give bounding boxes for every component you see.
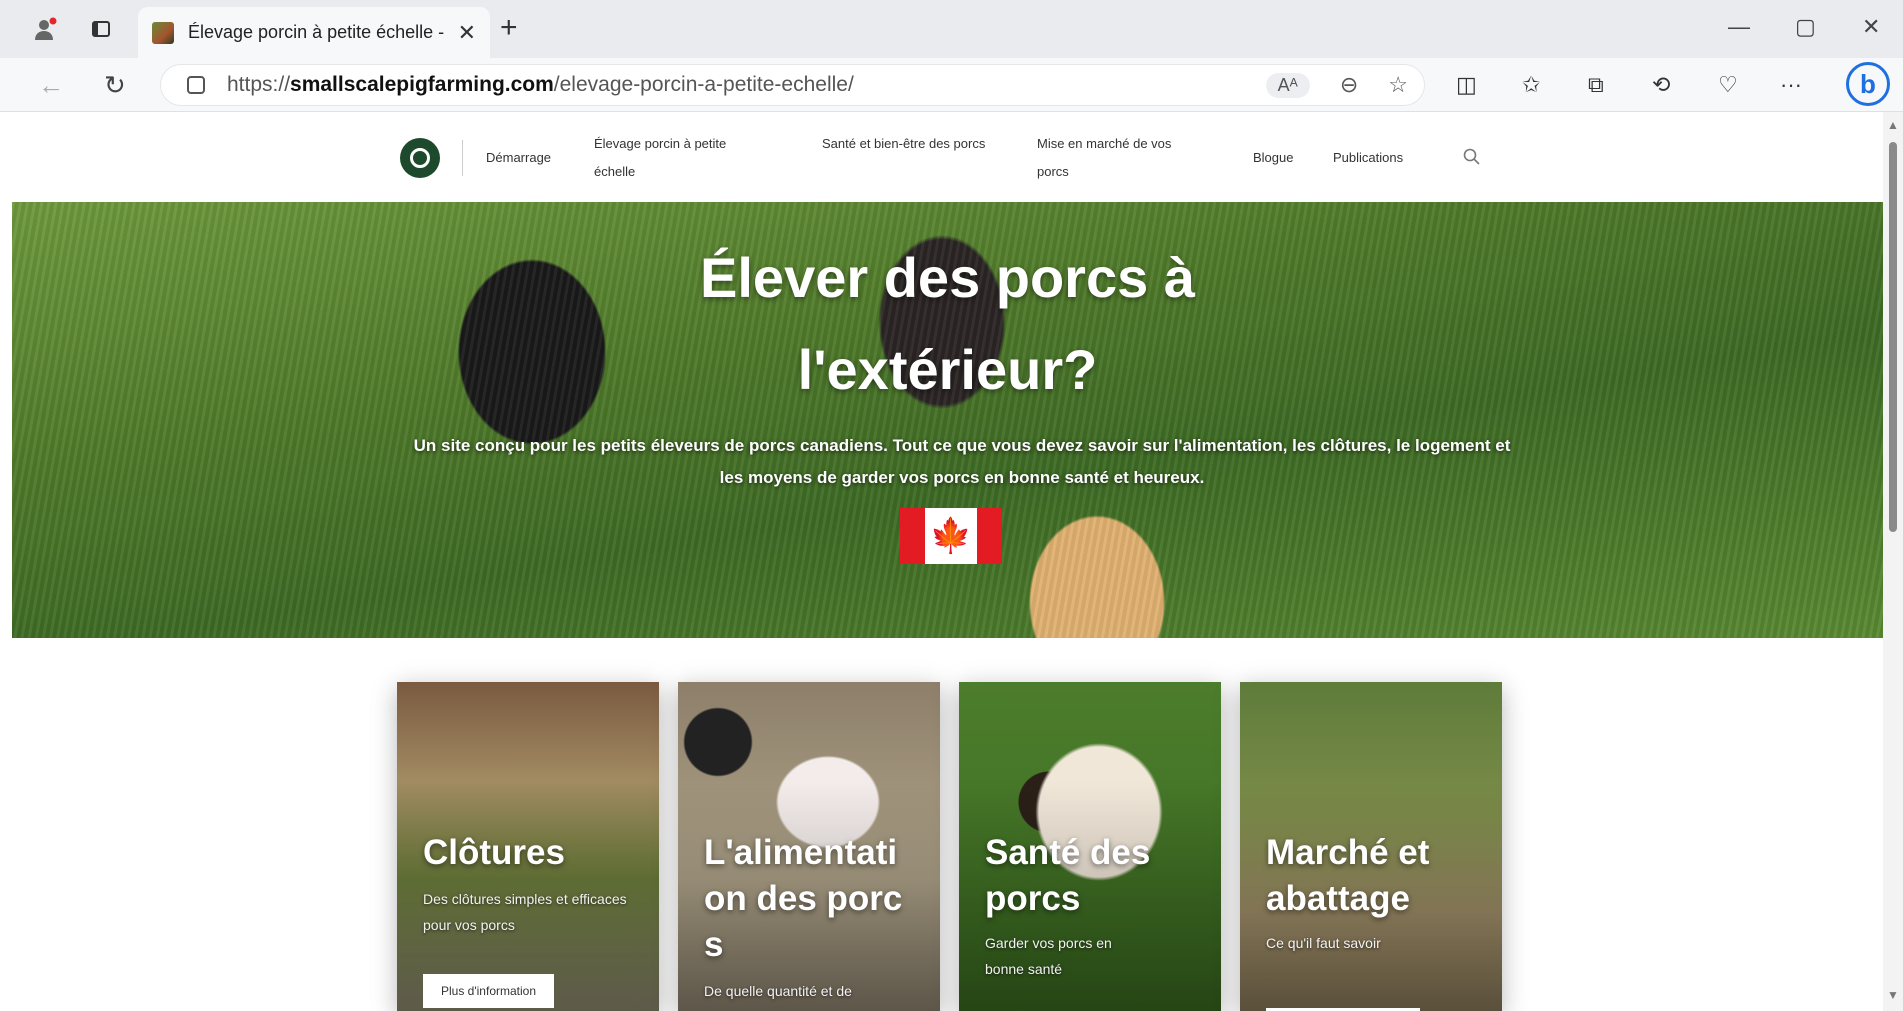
card-sante[interactable]: Santé des porcs Garder vos porcs en bonn… — [959, 682, 1221, 1011]
card-description: De quelle quantité et de — [704, 983, 852, 999]
card-description: Garder vos porcs en bonne santé — [985, 935, 1112, 977]
scroll-down-icon[interactable]: ▼ — [1887, 988, 1899, 1002]
hero-title: Élever des porcs à l'extérieur? — [700, 246, 1195, 401]
card-title: Marché et abattage — [1266, 833, 1430, 918]
split-screen-icon[interactable]: ◫ — [1456, 72, 1477, 98]
scroll-up-icon[interactable]: ▲ — [1887, 118, 1899, 132]
site-favicon-icon — [152, 21, 174, 44]
workspaces-icon[interactable] — [84, 12, 118, 46]
new-tab-icon[interactable]: + — [500, 12, 518, 44]
card-description: Des clôtures simples et efficaces pour v… — [423, 891, 627, 933]
card-alimentation[interactable]: L'alimentation des porcs De quelle quant… — [678, 682, 940, 1011]
web-page: Démarrage Élevage porcin à petite échell… — [0, 112, 1883, 1011]
url-text[interactable]: https://smallscalepigfarming.com/elevage… — [227, 73, 854, 97]
scrollbar-thumb[interactable] — [1889, 142, 1897, 532]
nav-link-publications[interactable]: Publications — [1333, 144, 1403, 172]
hero-subtitle: Un site conçu pour les petits éleveurs d… — [413, 436, 1511, 487]
card-marche[interactable]: Marché et abattage Ce qu'il faut savoir — [1240, 682, 1502, 1011]
tab-title: Élevage porcin à petite échelle - — [188, 22, 445, 42]
card-description: Ce qu'il faut savoir — [1266, 935, 1381, 951]
zoom-icon[interactable]: ⊖ — [1340, 72, 1358, 98]
collections-icon[interactable]: ⧉ — [1588, 72, 1604, 98]
nav-link-demarrage[interactable]: Démarrage — [486, 144, 551, 172]
profile-icon[interactable] — [28, 12, 62, 46]
nav-divider — [462, 140, 463, 176]
back-icon[interactable]: ← — [38, 70, 64, 101]
bing-copilot-icon[interactable]: b — [1846, 62, 1890, 106]
read-aloud-icon[interactable]: Aᴬ — [1265, 72, 1310, 98]
card-clotures[interactable]: Clôtures Des clôtures simples et efficac… — [397, 682, 659, 1011]
window-close-icon[interactable]: ✕ — [1862, 14, 1880, 40]
favorites-icon[interactable]: ✩ — [1522, 72, 1540, 98]
hero-banner: Élever des porcs à l'extérieur? Un site … — [12, 202, 1883, 638]
more-options-icon[interactable]: ··· — [1780, 72, 1802, 98]
favorite-star-icon[interactable]: ☆ — [1388, 72, 1408, 98]
browser-essentials-icon[interactable]: ♡ — [1718, 72, 1738, 98]
active-tab[interactable]: Élevage porcin à petite échelle - ✕ — [138, 7, 490, 58]
nav-link-blogue[interactable]: Blogue — [1253, 144, 1293, 172]
search-icon[interactable] — [1463, 148, 1481, 171]
minimize-icon[interactable]: — — [1728, 14, 1750, 40]
close-tab-icon[interactable]: ✕ — [458, 20, 476, 46]
browser-tabstrip: Élevage porcin à petite échelle - ✕ + — … — [0, 0, 1903, 58]
refresh-icon[interactable]: ↻ — [104, 70, 126, 101]
maximize-icon[interactable]: ▢ — [1795, 14, 1816, 40]
nav-link-elevage[interactable]: Élevage porcin à petite échelle — [594, 130, 764, 186]
card-title: Santé des porcs — [985, 833, 1151, 918]
page-scrollbar[interactable]: ▲ ▼ — [1883, 112, 1903, 1011]
more-info-button[interactable]: Plus d'information — [423, 974, 555, 1008]
history-icon[interactable]: ⟲ — [1652, 72, 1670, 98]
topic-cards: Clôtures Des clôtures simples et efficac… — [397, 682, 1502, 1011]
canada-flag-icon: 🍁 — [900, 508, 1002, 564]
lock-icon[interactable] — [187, 76, 205, 94]
card-title: Clôtures — [423, 833, 565, 872]
address-bar-actions: Aᴬ ⊖ ☆ — [1265, 72, 1408, 98]
browser-toolbar: ← ↻ https://smallscalepigfarming.com/ele… — [0, 58, 1903, 112]
site-navigation: Démarrage Élevage porcin à petite échell… — [0, 112, 1883, 202]
nav-link-sante[interactable]: Santé et bien-être des porcs — [822, 130, 1002, 158]
nav-link-mise-en-marche[interactable]: Mise en marché de vos porcs — [1037, 130, 1197, 186]
card-title: L'alimentation des porcs — [704, 833, 903, 964]
address-bar[interactable]: https://smallscalepigfarming.com/elevage… — [160, 64, 1425, 106]
site-logo-icon[interactable] — [400, 138, 440, 178]
